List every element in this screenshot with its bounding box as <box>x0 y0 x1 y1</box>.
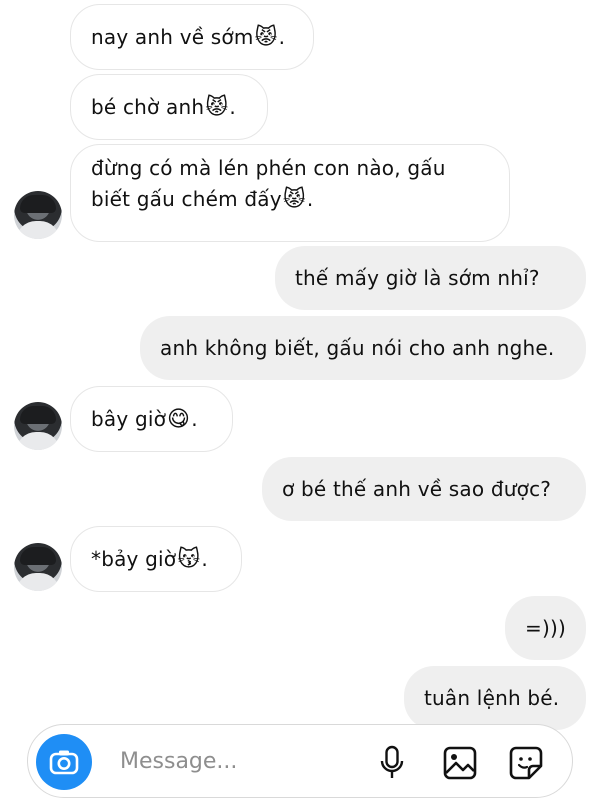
gallery-icon <box>443 746 477 780</box>
message-bubble-outgoing[interactable]: =))) <box>505 596 586 660</box>
microphone-icon <box>380 745 404 778</box>
angry-cat-emoji-icon: 😾 <box>254 24 278 50</box>
message-input[interactable]: Message... <box>120 747 237 777</box>
message-bubble-outgoing[interactable]: thế mấy giờ là sớm nhỉ? <box>275 246 586 310</box>
message-bubble-outgoing[interactable]: ơ bé thế anh về sao được? <box>262 457 586 521</box>
message-text: ơ bé thế anh về sao được? <box>282 476 552 501</box>
message-thread: nay anh về sớm 😾. bé chờ anh 😾. đừng có mà… <box>0 0 600 730</box>
message-bubble-incoming[interactable]: bây giờ 😋. <box>70 386 233 452</box>
angry-cat-emoji-icon: 😾 <box>205 94 229 120</box>
voice-message-button[interactable] <box>374 745 410 781</box>
camera-icon <box>49 750 79 775</box>
contact-avatar[interactable] <box>14 543 62 591</box>
message-text: bé chờ anh <box>91 94 205 119</box>
message-text: thế mấy giờ là sớm nhỉ? <box>295 265 540 290</box>
yum-face-emoji-icon: 😋 <box>167 406 191 432</box>
contact-avatar[interactable] <box>14 402 62 450</box>
message-text: =))) <box>525 615 566 640</box>
message-line-2: biết gấu chém đấy😾. <box>91 184 489 215</box>
message-suffix: . <box>229 94 236 119</box>
sticker-button[interactable] <box>508 745 544 781</box>
sticker-icon <box>509 746 543 780</box>
message-text: *bảy giờ <box>91 546 177 571</box>
message-line: đừng có mà lén phén con nào, gấu <box>91 156 446 180</box>
message-suffix: . <box>201 546 208 571</box>
message-bubble-incoming[interactable]: nay anh về sớm 😾. <box>70 4 314 70</box>
message-text: tuân lệnh bé. <box>424 685 560 710</box>
angry-cat-emoji-icon: 😾 <box>282 187 306 212</box>
message-text: bây giờ <box>91 406 167 431</box>
contact-avatar[interactable] <box>14 191 62 239</box>
message-bubble-incoming[interactable]: đừng có mà lén phén con nào, gấu biết gấ… <box>70 144 510 242</box>
message-bubble-incoming[interactable]: *bảy giờ 😽. <box>70 526 242 592</box>
message-suffix: . <box>306 187 314 211</box>
gallery-button[interactable] <box>442 745 478 781</box>
message-text: anh không biết, gấu nói cho anh nghe. <box>160 335 555 360</box>
message-suffix: . <box>191 406 198 431</box>
message-text: biết gấu chém đấy <box>91 187 282 211</box>
message-text: nay anh về sớm <box>91 24 254 49</box>
message-bubble-outgoing[interactable]: anh không biết, gấu nói cho anh nghe. <box>140 316 586 380</box>
message-bubble-outgoing[interactable]: tuân lệnh bé. <box>404 666 586 730</box>
message-bubble-incoming[interactable]: bé chờ anh 😾. <box>70 74 268 140</box>
camera-button[interactable] <box>36 734 92 790</box>
kissing-cat-emoji-icon: 😽 <box>177 546 201 572</box>
message-suffix: . <box>278 24 286 49</box>
message-composer: Message... <box>27 724 573 798</box>
